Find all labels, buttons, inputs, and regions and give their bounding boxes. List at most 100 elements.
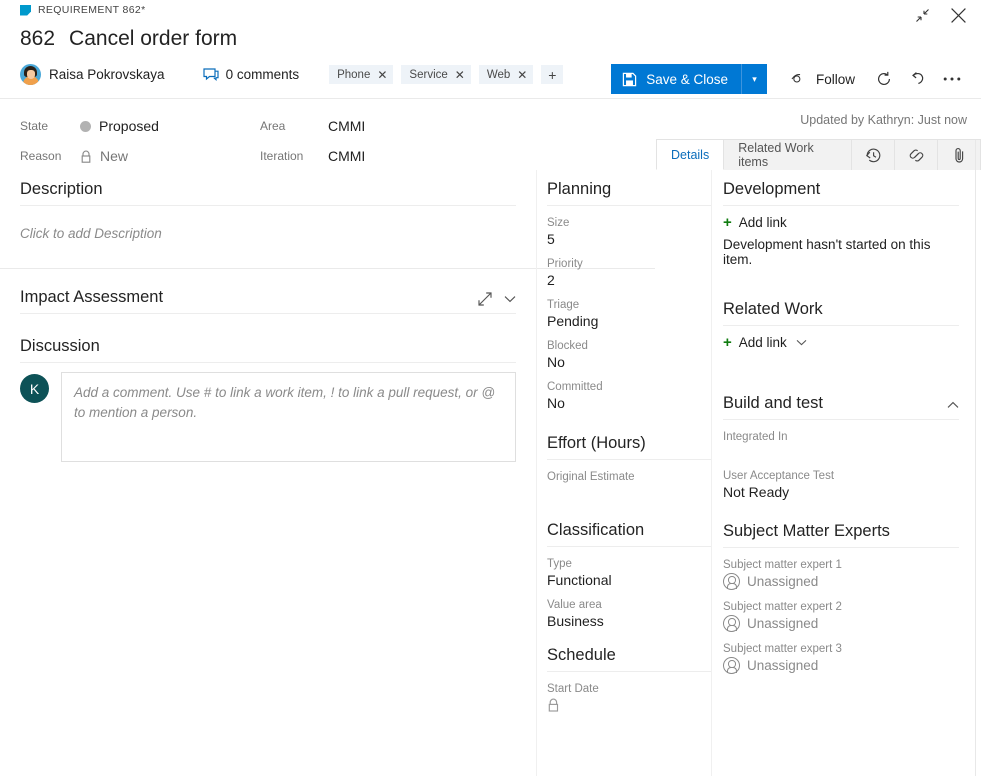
save-options-caret[interactable]: ▾ bbox=[741, 64, 767, 94]
tab-links[interactable] bbox=[895, 139, 938, 170]
state-value[interactable]: Proposed bbox=[80, 118, 159, 134]
work-item-type-row: REQUIREMENT 862* bbox=[20, 4, 146, 16]
iteration-value[interactable]: CMMI bbox=[328, 148, 365, 164]
classification-group-title: Classification bbox=[547, 521, 711, 546]
sme3-value[interactable]: Unassigned bbox=[723, 657, 959, 674]
lock-icon bbox=[80, 150, 92, 163]
state-fields: State Proposed Reason New bbox=[20, 111, 159, 171]
chevron-down-icon[interactable] bbox=[504, 295, 516, 303]
tag-remove-icon[interactable]: ✕ bbox=[517, 69, 527, 81]
blocked-label: Blocked bbox=[547, 340, 711, 352]
restore-down-icon[interactable] bbox=[911, 4, 933, 26]
add-tag-button[interactable]: + bbox=[541, 65, 563, 84]
plus-icon: + bbox=[723, 215, 732, 230]
sme2-value[interactable]: Unassigned bbox=[723, 615, 959, 632]
size-label: Size bbox=[547, 217, 711, 229]
committed-value[interactable]: No bbox=[547, 395, 711, 411]
panel-right-border bbox=[975, 140, 976, 776]
tag-remove-icon[interactable]: ✕ bbox=[377, 69, 387, 81]
assigned-to-field[interactable]: Raisa Pokrovskaya bbox=[49, 67, 165, 82]
comments-count: 0 comments bbox=[226, 67, 300, 82]
original-estimate-value[interactable] bbox=[547, 485, 711, 499]
original-estimate-label: Original Estimate bbox=[547, 471, 711, 483]
header-actions: Save & Close ▾ Follow bbox=[611, 64, 967, 94]
follow-button[interactable]: Follow bbox=[781, 64, 865, 94]
link-icon bbox=[908, 147, 925, 164]
divider bbox=[547, 671, 711, 672]
sme3-name: Unassigned bbox=[747, 658, 818, 673]
planning-group-title: Planning bbox=[547, 180, 711, 205]
undo-icon[interactable] bbox=[903, 64, 933, 94]
work-item-header: REQUIREMENT 862* 862 Cancel order form R… bbox=[0, 0, 981, 98]
follow-label: Follow bbox=[816, 72, 855, 87]
form-columns: Description Click to add Description Imp… bbox=[0, 170, 981, 776]
avatar: K bbox=[20, 374, 49, 403]
comment-input[interactable]: Add a comment. Use # to link a work item… bbox=[61, 372, 516, 462]
more-actions-icon[interactable] bbox=[937, 64, 967, 94]
priority-value[interactable]: 2 bbox=[547, 272, 711, 288]
requirement-icon bbox=[20, 5, 31, 16]
close-icon[interactable] bbox=[947, 4, 969, 26]
value-area-label: Value area bbox=[547, 599, 711, 611]
value-area-value[interactable]: Business bbox=[547, 613, 711, 629]
identity-icon bbox=[723, 615, 740, 632]
sme1-value[interactable]: Unassigned bbox=[723, 573, 959, 590]
expand-diagonal-icon[interactable] bbox=[478, 292, 492, 306]
divider bbox=[547, 459, 711, 460]
area-label: Area bbox=[260, 119, 328, 133]
chevron-down-icon[interactable] bbox=[796, 339, 807, 346]
type-value[interactable]: Functional bbox=[547, 572, 711, 588]
tab-related-work-items[interactable]: Related Work items bbox=[724, 139, 852, 170]
tab-details[interactable]: Details bbox=[656, 139, 724, 170]
divider bbox=[723, 419, 959, 420]
work-item-title[interactable]: Cancel order form bbox=[69, 27, 237, 51]
tag-item[interactable]: Phone ✕ bbox=[329, 65, 393, 84]
save-and-close-label: Save & Close bbox=[646, 72, 728, 87]
development-group-title: Development bbox=[723, 180, 959, 205]
save-and-close-button[interactable]: Save & Close bbox=[611, 64, 741, 94]
eye-icon bbox=[791, 73, 808, 85]
tab-bar: Details Related Work items bbox=[656, 139, 981, 170]
reason-value: New bbox=[80, 148, 128, 164]
reason-row: Reason New bbox=[20, 141, 159, 171]
tab-history[interactable] bbox=[852, 139, 895, 170]
related-work-add-link-button[interactable]: + Add link bbox=[723, 335, 959, 350]
refresh-icon[interactable] bbox=[869, 64, 899, 94]
discussion-group-title: Discussion bbox=[20, 337, 516, 362]
area-row: Area CMMI bbox=[260, 111, 365, 141]
history-icon bbox=[865, 147, 882, 164]
tag-item[interactable]: Service ✕ bbox=[401, 65, 470, 84]
work-item-type-label: REQUIREMENT 862* bbox=[38, 4, 146, 16]
area-value[interactable]: CMMI bbox=[328, 118, 365, 134]
state-text: Proposed bbox=[99, 118, 159, 134]
related-work-add-link-label: Add link bbox=[739, 335, 787, 350]
blocked-value[interactable]: No bbox=[547, 354, 711, 370]
divider bbox=[20, 205, 516, 206]
divider bbox=[723, 205, 959, 206]
save-icon bbox=[622, 72, 637, 87]
tag-remove-icon[interactable]: ✕ bbox=[455, 69, 465, 81]
chevron-up-icon[interactable] bbox=[947, 401, 959, 409]
triage-value[interactable]: Pending bbox=[547, 313, 711, 329]
subject-matter-experts-group-title: Subject Matter Experts bbox=[723, 522, 959, 547]
avatar-face bbox=[27, 70, 35, 79]
sme3-label: Subject matter expert 3 bbox=[723, 643, 959, 655]
tag-item[interactable]: Web ✕ bbox=[479, 65, 534, 84]
integrated-in-value[interactable] bbox=[723, 445, 959, 459]
tags-list: Phone ✕ Service ✕ Web ✕ + bbox=[329, 65, 563, 84]
development-add-link-button[interactable]: + Add link bbox=[723, 215, 959, 230]
iteration-row: Iteration CMMI bbox=[260, 141, 365, 171]
build-and-test-group-title: Build and test bbox=[723, 394, 823, 419]
impact-assessment-header: Impact Assessment bbox=[20, 288, 516, 313]
comments-link[interactable]: 0 comments bbox=[203, 67, 300, 82]
avatar[interactable] bbox=[20, 64, 41, 85]
identity-icon bbox=[723, 657, 740, 674]
description-input[interactable]: Click to add Description bbox=[20, 215, 516, 241]
size-value[interactable]: 5 bbox=[547, 231, 711, 247]
tag-label: Web bbox=[487, 69, 510, 81]
type-label: Type bbox=[547, 558, 711, 570]
work-item-title-row: 862 Cancel order form bbox=[20, 27, 237, 51]
user-acceptance-test-value[interactable]: Not Ready bbox=[723, 484, 959, 500]
divider bbox=[723, 325, 959, 326]
discussion-compose-row: K Add a comment. Use # to link a work it… bbox=[20, 372, 516, 462]
